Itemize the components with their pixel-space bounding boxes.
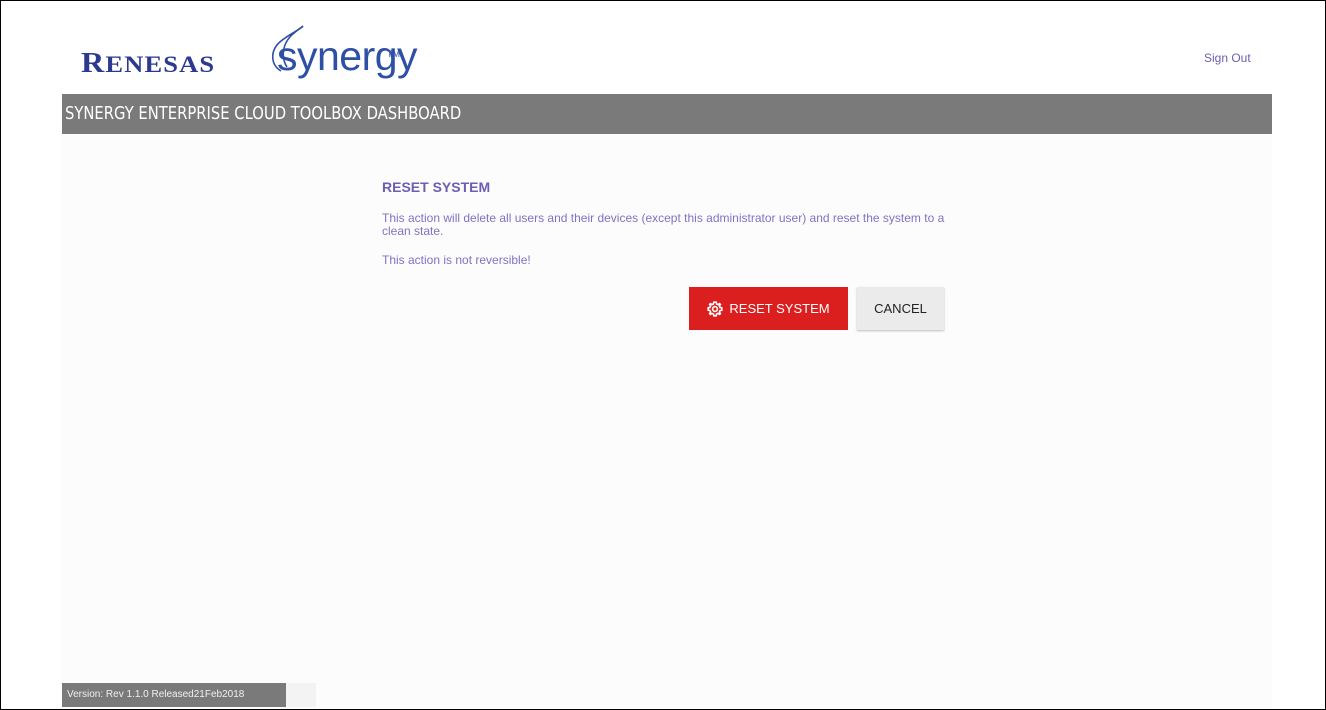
main-content: RESET SYSTEM This action will delete all…: [62, 134, 1272, 708]
logo-renesas-wordmark: RENESAS: [81, 48, 215, 80]
reset-description: This action will delete all users and th…: [382, 211, 945, 238]
app-window: RENESAS synergy TM Sign Out SYNERGY ENTE…: [0, 0, 1326, 710]
sign-out-link[interactable]: Sign Out: [1204, 51, 1251, 65]
reset-system-button[interactable]: RESET SYSTEM: [689, 287, 848, 330]
dashboard-title: SYNERGY ENTERPRISE CLOUD TOOLBOX DASHBOA…: [65, 103, 462, 124]
gear-icon: [707, 300, 724, 317]
dashboard-title-bar: SYNERGY ENTERPRISE CLOUD TOOLBOX DASHBOA…: [62, 94, 1272, 134]
reset-warning: This action is not reversible!: [382, 253, 531, 267]
logo-renesas-rest: ENESAS: [105, 52, 216, 77]
logo-trademark: TM: [387, 49, 400, 59]
cancel-button[interactable]: CANCEL: [857, 287, 944, 330]
version-badge: Version: Rev 1.1.0 Released21Feb2018: [62, 683, 286, 707]
logo-renesas-initial: R: [81, 48, 106, 79]
reset-system-button-label: RESET SYSTEM: [729, 301, 830, 316]
version-badge-tail: [286, 683, 316, 707]
cancel-button-label: CANCEL: [874, 301, 927, 316]
section-title: RESET SYSTEM: [382, 179, 491, 195]
renesas-synergy-logo: RENESAS synergy TM: [81, 25, 421, 95]
